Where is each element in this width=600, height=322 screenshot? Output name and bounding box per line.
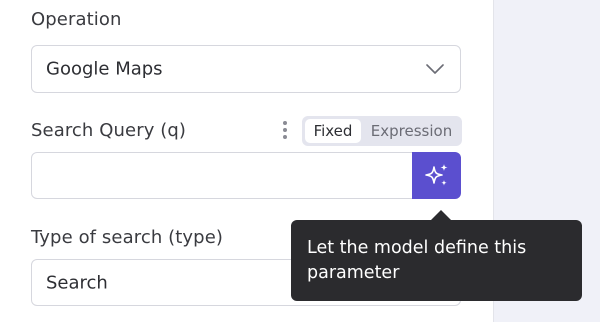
mode-fixed-option[interactable]: Fixed (305, 119, 361, 143)
operation-value: Google Maps (46, 58, 163, 80)
type-of-search-label: Type of search (type) (31, 227, 224, 248)
more-options-icon[interactable] (281, 121, 289, 143)
mode-toggle: Fixed Expression (302, 116, 462, 146)
mode-expression-option[interactable]: Expression (364, 119, 459, 143)
search-query-label: Search Query (q) (31, 120, 187, 141)
tooltip: Let the model define this parameter (291, 220, 582, 301)
operation-select[interactable]: Google Maps (31, 45, 461, 93)
tooltip-arrow (431, 210, 451, 220)
search-query-input[interactable] (31, 152, 413, 199)
tooltip-text: Let the model define this parameter (307, 238, 527, 283)
operation-label: Operation (31, 9, 122, 30)
chevron-down-icon (426, 64, 444, 74)
ai-define-button[interactable] (412, 152, 461, 199)
sparkles-icon (424, 163, 447, 186)
type-of-search-value: Search (46, 272, 108, 293)
